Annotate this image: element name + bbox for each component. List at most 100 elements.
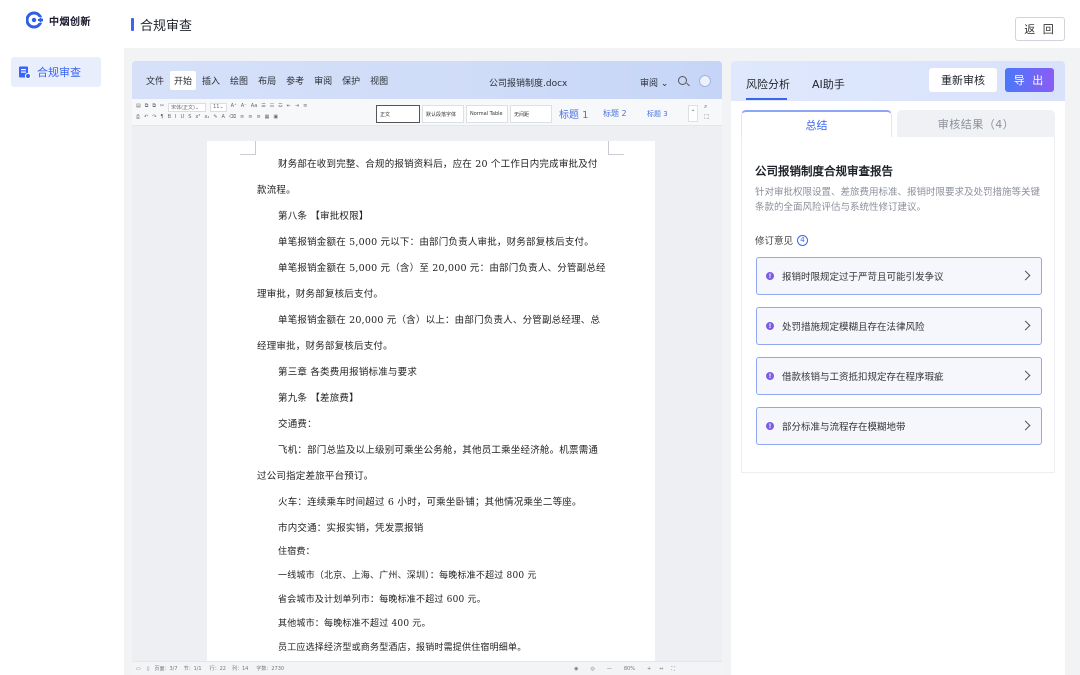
menu-home[interactable]: 开始 xyxy=(170,70,197,90)
bold-icon[interactable]: B xyxy=(168,114,171,120)
re-review-button[interactable]: 重新审核 xyxy=(929,68,997,92)
document-filename: 公司报销制度.docx xyxy=(489,79,568,89)
grow-font-icon[interactable]: A⁺ xyxy=(231,103,237,112)
increase-indent-icon[interactable]: ⇥ xyxy=(295,103,299,112)
underline-icon[interactable]: U xyxy=(181,114,185,120)
export-button[interactable]: 导 出 xyxy=(1005,68,1054,92)
paste-icon[interactable]: ▤ xyxy=(136,103,141,112)
doc-paragraph: 一线城市（北京、上海、广州、深圳）：每晚标准不超过 800 元 xyxy=(278,571,537,581)
line-spacing-icon[interactable]: ≡ xyxy=(303,103,307,112)
numbering-icon[interactable]: ☷ xyxy=(270,103,274,112)
bullets-icon[interactable]: ☰ xyxy=(261,103,265,112)
print-icon[interactable]: ⎙ xyxy=(136,114,140,120)
menu-review[interactable]: 审阅 xyxy=(314,74,332,87)
doc-paragraph: 单笔报销金额在 20,000 元（含）以上：由部门负责人、分管副总经理、总 xyxy=(278,315,601,326)
multilevel-list-icon[interactable]: ☲ xyxy=(278,103,282,112)
font-name-select[interactable]: 宋体(正文)⌄ xyxy=(168,103,207,112)
document-page[interactable]: 财务部在收到完整、合规的报销资料后，应在 20 个工作日内完成审批及付 款流程。… xyxy=(207,141,655,675)
decrease-indent-icon[interactable]: ⇤ xyxy=(287,103,291,112)
doc-paragraph: 其他城市：每晚标准不超过 400 元。 xyxy=(278,619,431,629)
info-icon: ! xyxy=(766,422,774,430)
superscript-icon[interactable]: x² xyxy=(195,114,200,120)
select-icon[interactable]: ⬚ xyxy=(704,113,710,120)
fit-width-icon[interactable]: ⇔ xyxy=(659,666,663,672)
menu-layout[interactable]: 布局 xyxy=(258,74,276,87)
document-editor: 文件 开始 插入 绘图 布局 参考 审阅 保护 视图 公司报销制度.docx 审… xyxy=(132,61,722,675)
style-heading-1[interactable]: 标题 1 xyxy=(559,106,589,121)
menu-protect[interactable]: 保护 xyxy=(342,74,360,87)
menu-references[interactable]: 参考 xyxy=(286,74,304,87)
shading-icon[interactable]: ▣ xyxy=(273,114,278,120)
revision-text: 处罚措施规定模糊且存在法律风险 xyxy=(782,322,925,333)
style-heading-3[interactable]: 标题 3 xyxy=(647,109,668,119)
font-size-select[interactable]: 11⌄ xyxy=(210,103,227,112)
change-case-icon[interactable]: Aa xyxy=(251,103,257,112)
sidebar-item-label: 合规审查 xyxy=(37,66,81,79)
clear-format-icon[interactable]: ⌫ xyxy=(229,114,236,120)
back-button[interactable]: 返 回 xyxy=(1015,17,1065,41)
menu-file[interactable]: 文件 xyxy=(146,74,164,87)
read-mode-icon[interactable]: ◉ xyxy=(574,666,578,672)
section-count: 节：1/1 xyxy=(183,666,202,672)
zoom-level[interactable]: 80% xyxy=(624,666,635,672)
layout-icon[interactable]: ▭ xyxy=(136,666,141,672)
doc-paragraph: 员工应选择经济型或商务型酒店，报销时需提供住宿明细单。 xyxy=(278,643,527,653)
align-left-icon[interactable]: ≡ xyxy=(240,114,244,120)
zoom-out-button[interactable]: — xyxy=(607,666,612,672)
format-painter-icon[interactable]: ⧉ xyxy=(152,103,156,112)
doc-paragraph: 第三章 各类费用报销标准与要求 xyxy=(278,367,418,378)
doc-paragraph: 款流程。 xyxy=(257,185,296,196)
proofing-icon[interactable]: ▯ xyxy=(147,666,150,672)
justify-icon[interactable]: ▦ xyxy=(265,114,270,120)
brand-logo: 中烟创新 xyxy=(26,11,91,29)
italic-icon[interactable]: I xyxy=(175,114,176,120)
revision-item[interactable]: ! 报销时限规定过于严苛且可能引发争议 xyxy=(756,257,1042,295)
copy-icon[interactable]: ⧉ xyxy=(145,103,149,112)
fullscreen-icon[interactable]: ⛶ xyxy=(671,666,675,672)
toolbar-row-2: ⎙ ↶ ↷ ¶ B I U S x² x₂ ✎ A ⌫ ≡ ≡ ≡ ▦ ▣ xyxy=(136,114,278,120)
tab-summary[interactable]: 总结 xyxy=(741,110,892,137)
align-center-icon[interactable]: ≡ xyxy=(248,114,252,120)
doc-paragraph: 经理审批，财务部复核后支付。 xyxy=(257,341,393,352)
highlight-icon[interactable]: ✎ xyxy=(213,114,217,120)
doc-paragraph: 火车：连续乘车时间超过 6 小时，可乘坐卧铺；其他情况乘坐二等座。 xyxy=(278,497,582,508)
cut-icon[interactable]: ✂ xyxy=(160,103,164,112)
search-icon[interactable] xyxy=(678,76,687,85)
user-avatar-icon[interactable] xyxy=(699,75,711,87)
document-check-icon xyxy=(19,66,31,79)
editor-toolbar: ▤ ⧉ ⧉ ✂ 宋体(正文)⌄ 11⌄ A⁺ A⁻ Aa ☰ ☷ ☲ ⇤ ⇥ ≡… xyxy=(132,99,722,126)
brand-name: 中烟创新 xyxy=(49,16,91,28)
tab-risk-analysis[interactable]: 风险分析 xyxy=(746,76,790,92)
sidebar-item-compliance[interactable]: 合规审查 xyxy=(11,57,101,87)
font-color-icon[interactable]: A xyxy=(222,114,225,120)
style-heading-2[interactable]: 标题 2 xyxy=(603,108,627,119)
paragraph-mark-icon[interactable]: ¶ xyxy=(160,114,163,120)
menu-insert[interactable]: 插入 xyxy=(202,74,220,87)
find-icon[interactable]: ⌕ xyxy=(704,103,707,111)
zoom-in-button[interactable]: + xyxy=(647,666,651,672)
undo-icon[interactable]: ↶ xyxy=(144,114,148,120)
menu-draw[interactable]: 绘图 xyxy=(230,74,248,87)
revision-item[interactable]: ! 处罚措施规定模糊且存在法律风险 xyxy=(756,307,1042,345)
tab-ai-assistant[interactable]: AI助手 xyxy=(812,76,845,92)
web-view-icon[interactable]: ◎ xyxy=(590,666,594,672)
styles-expand-button[interactable]: ⌄ xyxy=(688,105,698,122)
style-normal-table[interactable]: Normal Table xyxy=(466,105,508,123)
style-default-paragraph-font[interactable]: 默认段落字体 xyxy=(422,105,464,123)
strikethrough-icon[interactable]: S xyxy=(188,114,191,120)
style-normal[interactable]: 正文 xyxy=(376,105,420,123)
redo-icon[interactable]: ↷ xyxy=(152,114,156,120)
revision-item[interactable]: ! 部分标准与流程存在模糊地带 xyxy=(756,407,1042,445)
doc-paragraph: 飞机：部门总监及以上级别可乘坐公务舱，其他员工乘坐经济舱。机票需通 xyxy=(278,445,599,456)
result-tabs: 总结 审核结果（4） xyxy=(741,110,1055,137)
revision-item[interactable]: ! 借款核销与工资抵扣规定存在程序瑕疵 xyxy=(756,357,1042,395)
style-no-spacing[interactable]: 无间距 xyxy=(510,105,552,123)
page-title-text: 合规审查 xyxy=(140,19,193,34)
align-right-icon[interactable]: ≡ xyxy=(256,114,260,120)
tab-review-results[interactable]: 审核结果（4） xyxy=(897,110,1055,137)
review-mode-dropdown[interactable]: 审阅 ⌄ xyxy=(640,76,668,89)
menu-view[interactable]: 视图 xyxy=(370,74,388,87)
shrink-font-icon[interactable]: A⁻ xyxy=(241,103,247,112)
subscript-icon[interactable]: x₂ xyxy=(204,114,209,120)
report-description: 针对审批权限设置、差旅费用标准、报销时限要求及处罚措施等关键条款的全面风险评估与… xyxy=(755,187,1041,213)
